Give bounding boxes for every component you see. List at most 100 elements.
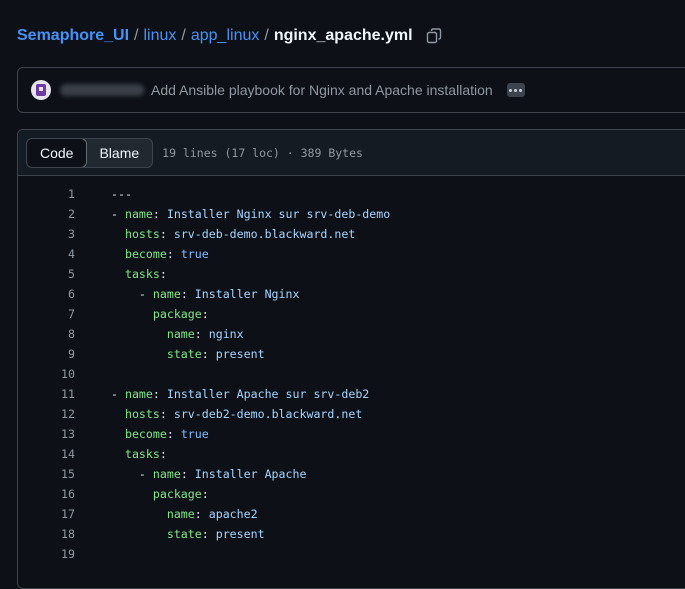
code-line: 9 state: present xyxy=(18,344,685,364)
breadcrumb-repo-link[interactable]: Semaphore_UI xyxy=(17,27,129,45)
code-token: Installer Nginx sur srv-deb-demo xyxy=(166,207,391,221)
avatar-glyph-inner xyxy=(39,87,43,91)
breadcrumb: Semaphore_UI / linux / app_linux / nginx… xyxy=(17,23,446,49)
line-number[interactable]: 8 xyxy=(18,327,75,341)
code-token: tasks xyxy=(124,447,160,461)
code-token: nginx xyxy=(208,327,244,341)
breadcrumb-app-linux-link[interactable]: app_linux xyxy=(191,27,260,45)
code-token: - xyxy=(111,287,153,301)
line-content: name: nginx xyxy=(111,327,244,341)
code-line: 2 - name: Installer Nginx sur srv-deb-dem… xyxy=(18,204,685,224)
code-token: name xyxy=(124,207,153,221)
code-line: 10 xyxy=(18,364,685,384)
line-number[interactable]: 19 xyxy=(18,547,75,561)
code-token: - xyxy=(111,387,125,401)
code-token: : xyxy=(159,407,174,421)
code-token: name xyxy=(166,507,195,521)
code-token: name xyxy=(124,387,153,401)
line-number[interactable]: 15 xyxy=(18,467,75,481)
line-number[interactable]: 11 xyxy=(18,387,75,401)
commit-message[interactable]: Add Ansible playbook for Nginx and Apach… xyxy=(151,82,493,98)
code-token: become xyxy=(124,247,167,261)
code-line: 5 tasks: xyxy=(18,264,685,284)
line-number[interactable]: 12 xyxy=(18,407,75,421)
code-token: name xyxy=(166,327,195,341)
line-number[interactable]: 6 xyxy=(18,287,75,301)
code-token: : xyxy=(201,307,209,321)
code-token: : xyxy=(152,207,167,221)
code-token: : xyxy=(201,347,216,361)
code-token: true xyxy=(180,247,209,261)
latest-commit-bar: Add Ansible playbook for Nginx and Apach… xyxy=(17,67,685,113)
code-token: become xyxy=(124,427,167,441)
code-line: 14 tasks: xyxy=(18,444,685,464)
avatar[interactable] xyxy=(31,80,51,100)
tab-code[interactable]: Code xyxy=(27,138,88,167)
code-token: srv-deb-demo.blackward.net xyxy=(173,227,356,241)
breadcrumb-file-name: nginx_apache.yml xyxy=(273,27,413,44)
line-content: tasks: xyxy=(111,267,167,281)
breadcrumb-linux-link[interactable]: linux xyxy=(144,27,177,45)
code-line: 7 package: xyxy=(18,304,685,324)
code-token: state xyxy=(166,347,202,361)
code-token: : xyxy=(152,387,167,401)
line-content: - name: Installer Nginx xyxy=(111,287,300,301)
line-number[interactable]: 17 xyxy=(18,507,75,521)
commit-author-blurred[interactable] xyxy=(60,84,144,96)
line-number[interactable]: 3 xyxy=(18,227,75,241)
code-token: srv-deb2-demo.blackward.net xyxy=(173,407,363,421)
code-token: name xyxy=(152,467,181,481)
line-number[interactable]: 1 xyxy=(18,187,75,201)
code-line: 8 name: nginx xyxy=(18,324,685,344)
code-line: 15 - name: Installer Apache xyxy=(18,464,685,484)
line-number[interactable]: 18 xyxy=(18,527,75,541)
line-number[interactable]: 9 xyxy=(18,347,75,361)
breadcrumb-separator: / xyxy=(134,27,139,44)
code-token: : xyxy=(159,447,167,461)
copy-path-button[interactable] xyxy=(422,24,446,48)
code-token: apache2 xyxy=(208,507,258,521)
code-token: tasks xyxy=(124,267,160,281)
line-number[interactable]: 2 xyxy=(18,207,75,221)
code-token: : xyxy=(166,427,181,441)
file-viewer: Code Blame 19 lines (17 loc) · 389 Bytes… xyxy=(17,129,685,589)
code-token: Installer Apache sur srv-deb2 xyxy=(166,387,370,401)
line-number[interactable]: 5 xyxy=(18,267,75,281)
line-content: become: true xyxy=(111,427,209,441)
file-info: 19 lines (17 loc) · 389 Bytes xyxy=(162,145,363,160)
code-token: hosts xyxy=(124,227,160,241)
line-number[interactable]: 7 xyxy=(18,307,75,321)
code-token: true xyxy=(180,427,209,441)
code-token: hosts xyxy=(124,407,160,421)
line-number[interactable]: 10 xyxy=(18,367,75,381)
code-line: 12 hosts: srv-deb2-demo.blackward.net xyxy=(18,404,685,424)
tab-blame[interactable]: Blame xyxy=(86,139,152,167)
code-line: 4 become: true xyxy=(18,244,685,264)
line-content: hosts: srv-deb-demo.blackward.net xyxy=(111,227,355,241)
line-number[interactable]: 13 xyxy=(18,427,75,441)
line-number[interactable]: 14 xyxy=(18,447,75,461)
line-number[interactable]: 16 xyxy=(18,487,75,501)
code-token: : xyxy=(180,467,195,481)
line-number[interactable]: 4 xyxy=(18,247,75,261)
code-line: 11 - name: Installer Apache sur srv-deb2 xyxy=(18,384,685,404)
code-line: 13 become: true xyxy=(18,424,685,444)
code-line: 3 hosts: srv-deb-demo.blackward.net xyxy=(18,224,685,244)
code-token: - xyxy=(111,207,125,221)
line-content: - name: Installer Apache xyxy=(111,467,307,481)
code-view[interactable]: 1 - - - 2 - name: Installer Nginx sur srv-deb… xyxy=(18,176,685,564)
breadcrumb-separator: / xyxy=(264,27,269,44)
line-content: - name: Installer Nginx sur srv-deb-demo xyxy=(111,207,390,221)
commit-details-button[interactable] xyxy=(506,83,525,97)
line-content: - name: Installer Apache sur srv-deb2 xyxy=(111,387,369,401)
